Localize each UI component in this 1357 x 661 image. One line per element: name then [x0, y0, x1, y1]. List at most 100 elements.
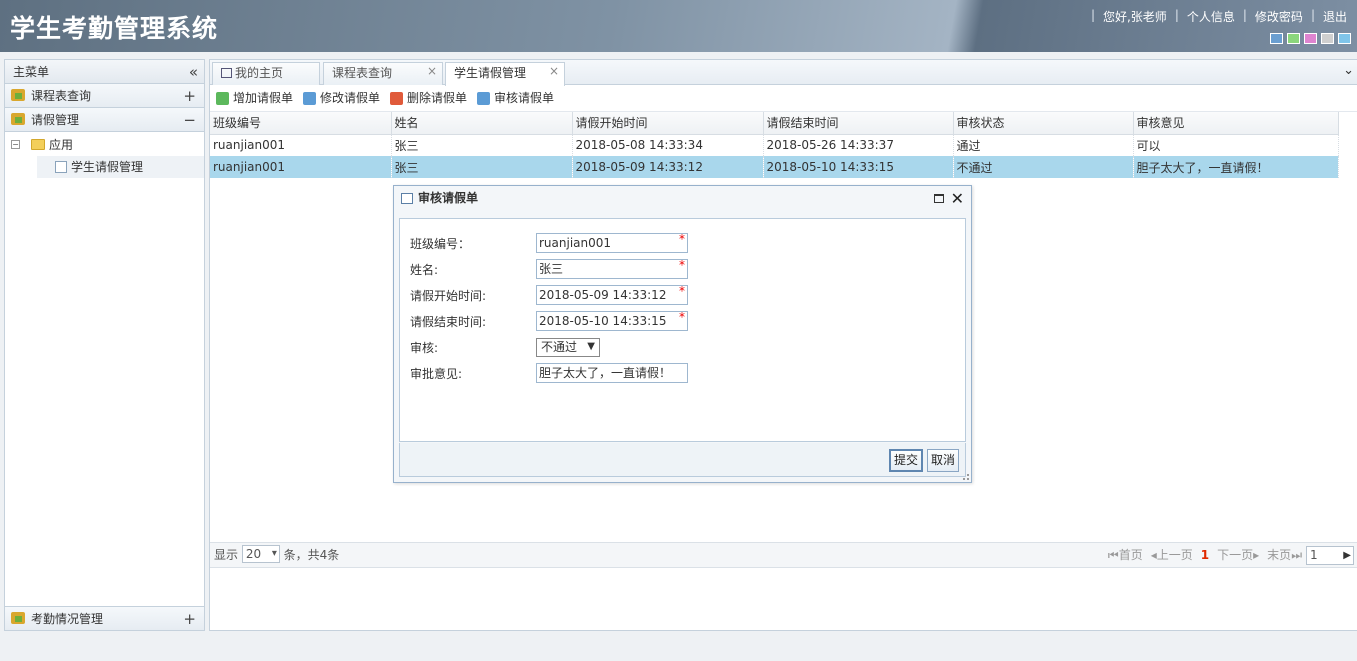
delete-icon	[390, 91, 404, 105]
tree-toggle-icon[interactable]: −	[11, 140, 20, 149]
expand-icon[interactable]: +	[183, 84, 196, 108]
start-time-input[interactable]: 2018-05-09 14:33:12 *	[536, 284, 688, 305]
theme-swatch-pink[interactable]	[1304, 33, 1317, 44]
theme-swatch-cyan[interactable]	[1338, 33, 1351, 44]
file-icon	[55, 161, 67, 173]
tab-leave-management[interactable]: 学生请假管理 ×	[445, 62, 565, 86]
cell-start: 2018-05-09 14:33:12	[572, 156, 764, 178]
goto-page-input[interactable]: 1 ▶	[1306, 546, 1354, 565]
cell-class: ruanjian001	[210, 156, 392, 178]
prev-page-button[interactable]: ◂上一页	[1151, 543, 1193, 567]
pager: 显示 20 条，共4条 ⏮首页 ◂上一页 1 下一页▸ 末页⏭ 1 ▶	[210, 542, 1357, 568]
close-icon[interactable]: ×	[549, 61, 559, 82]
required-icon: *	[679, 284, 685, 298]
chevron-down-icon[interactable]: ⌄	[1343, 63, 1354, 78]
name-input[interactable]: 张三 *	[536, 258, 688, 279]
field-label: 审批意见:	[410, 367, 463, 381]
cancel-button[interactable]: 取消	[927, 449, 960, 472]
class-input[interactable]: ruanjian001 *	[536, 232, 688, 253]
close-icon[interactable]: ×	[427, 61, 437, 82]
pager-total-label: 条，共4条	[283, 548, 340, 562]
tree-item-label: 学生请假管理	[71, 160, 144, 174]
folder-icon	[31, 139, 45, 150]
delete-leave-label: 删除请假单	[407, 90, 468, 105]
table-row[interactable]: ruanjian001 张三 2018-05-09 14:33:12 2018-…	[210, 156, 1339, 178]
logout-link[interactable]: 退出	[1319, 8, 1351, 25]
dialog-form: 班级编号： ruanjian001 * 姓名: 张三 * 请假开始时间: 2018-…	[399, 218, 966, 442]
theme-swatch-blue[interactable]	[1270, 33, 1283, 44]
column-header[interactable]: 请假开始时间	[572, 112, 764, 135]
cell-opinion: 胆子太大了，一直请假！	[1133, 156, 1339, 178]
leave-grid: 班级编号 姓名 请假开始时间 请假结束时间 审核状态 审核意见 ruanjian…	[210, 112, 1339, 178]
required-icon: *	[679, 232, 685, 246]
top-links: | 您好,张老师 | 个人信息 | 修改密码 | 退出	[1087, 8, 1351, 25]
home-icon	[221, 68, 232, 78]
submit-button[interactable]: 提交	[889, 449, 924, 472]
add-icon	[216, 91, 229, 105]
cell-opinion: 可以	[1133, 134, 1339, 156]
tab-label: 我的主页	[235, 66, 284, 80]
change-password-link[interactable]: 修改密码	[1251, 8, 1307, 25]
tab-home[interactable]: 我的主页	[212, 62, 320, 85]
first-page-button[interactable]: ⏮首页	[1108, 543, 1143, 567]
tree-item-leave-management[interactable]: 学生请假管理	[37, 156, 204, 178]
grid-header-row: 班级编号 姓名 请假开始时间 请假结束时间 审核状态 审核意见	[210, 112, 1339, 135]
review-select[interactable]: 不通过 ▼	[536, 338, 600, 357]
resize-handle[interactable]	[963, 474, 969, 480]
opinion-input[interactable]: 胆子太大了，一直请假！	[536, 363, 688, 383]
collapse-sidebar-icon[interactable]: «	[189, 60, 198, 84]
edit-leave-button[interactable]: 修改请假单	[303, 85, 380, 111]
maximize-icon[interactable]	[934, 194, 944, 203]
app-header: 学生考勤管理系统 | 您好,张老师 | 个人信息 | 修改密码 | 退出	[0, 0, 1357, 52]
theme-swatch-gray[interactable]	[1321, 33, 1334, 44]
end-time-input[interactable]: 2018-05-10 14:33:15 *	[536, 310, 688, 331]
column-header[interactable]: 审核状态	[953, 112, 1134, 135]
cell-end: 2018-05-26 14:33:37	[763, 134, 954, 156]
theme-swatch-green[interactable]	[1287, 33, 1300, 44]
column-header[interactable]: 姓名	[391, 112, 573, 135]
toolbar: 增加请假单 修改请假单 删除请假单 审核请假单	[210, 85, 1357, 112]
sidebar-section-label: 课程表查询	[31, 89, 92, 103]
cell-status: 通过	[953, 134, 1134, 156]
column-header[interactable]: 请假结束时间	[763, 112, 954, 135]
close-icon[interactable]: ✕	[951, 186, 964, 211]
sidebar-header: 主菜单 «	[5, 60, 204, 84]
page-size-select[interactable]: 20	[241, 545, 280, 563]
profile-link[interactable]: 个人信息	[1183, 8, 1239, 25]
field-label: 请假开始时间:	[410, 289, 487, 303]
go-icon[interactable]: ▶	[1343, 547, 1351, 564]
field-label: 班级编号：	[410, 237, 471, 251]
cell-name: 张三	[391, 156, 573, 178]
tab-bar: 我的主页 课程表查询 × 学生请假管理 × ⌄	[210, 60, 1357, 86]
review-leave-button[interactable]: 审核请假单	[477, 85, 554, 111]
table-row[interactable]: ruanjian001 张三 2018-05-08 14:33:34 2018-…	[210, 134, 1339, 156]
tab-course-query[interactable]: 课程表查询 ×	[323, 62, 443, 85]
column-header[interactable]: 班级编号	[210, 112, 392, 135]
last-page-button[interactable]: 末页⏭	[1267, 543, 1302, 567]
next-page-button[interactable]: 下一页▸	[1217, 543, 1259, 567]
module-icon	[11, 113, 25, 125]
review-dialog: 审核请假单 ✕ 班级编号： ruanjian001 * 姓名: 张三 * 请假开始时…	[393, 185, 972, 483]
sidebar-section-attendance[interactable]: 考勤情况管理 +	[5, 606, 204, 630]
required-icon: *	[679, 310, 685, 324]
edit-leave-label: 修改请假单	[320, 90, 381, 105]
cell-name: 张三	[391, 134, 573, 156]
collapse-icon[interactable]: −	[183, 108, 196, 132]
chevron-down-icon: ▼	[587, 341, 595, 352]
delete-leave-button[interactable]: 删除请假单	[390, 85, 467, 111]
cell-status: 不通过	[953, 156, 1134, 178]
greeting-link[interactable]: 您好,张老师	[1099, 8, 1171, 25]
current-page: 1	[1200, 548, 1210, 562]
sidebar-section-label: 请假管理	[31, 113, 80, 127]
edit-icon	[303, 91, 317, 105]
sidebar-title: 主菜单	[13, 65, 50, 79]
sidebar-section-course[interactable]: 课程表查询 +	[5, 84, 204, 108]
tree-folder-app[interactable]: − 应用	[5, 134, 204, 156]
cell-class: ruanjian001	[210, 134, 392, 156]
expand-icon[interactable]: +	[183, 607, 196, 631]
theme-switcher	[1270, 33, 1351, 44]
add-leave-button[interactable]: 增加请假单	[216, 85, 293, 111]
pager-show-label: 显示	[214, 548, 239, 562]
sidebar-section-leave[interactable]: 请假管理 −	[5, 108, 204, 132]
column-header[interactable]: 审核意见	[1133, 112, 1339, 135]
